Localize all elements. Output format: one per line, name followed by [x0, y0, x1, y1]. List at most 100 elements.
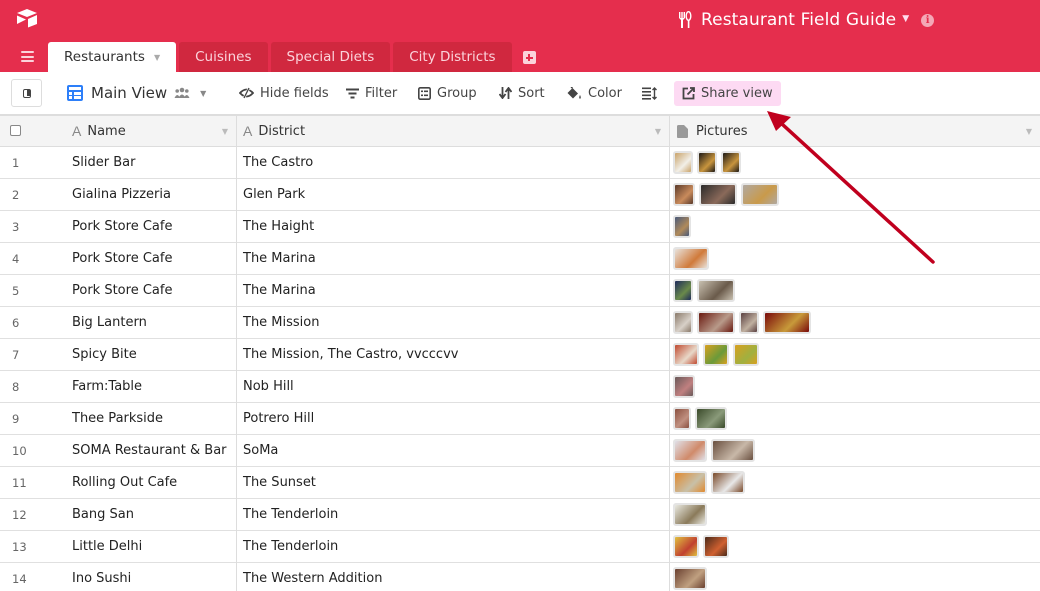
airtable-logo-icon[interactable] [15, 8, 39, 28]
picture-thumbnail[interactable] [673, 311, 693, 334]
tab-special-diets[interactable]: Special Diets [270, 42, 391, 72]
filter-button[interactable]: Filter [346, 83, 397, 103]
table-row[interactable]: 11 Rolling Out Cafe The Sunset [0, 467, 1040, 499]
cell-name[interactable]: Farm:Table [72, 379, 142, 394]
picture-thumbnail[interactable] [721, 151, 741, 174]
picture-thumbnail[interactable] [673, 439, 707, 462]
sort-button[interactable]: Sort [499, 83, 545, 103]
picture-thumbnail[interactable] [673, 215, 691, 238]
column-divider[interactable] [669, 116, 670, 591]
menu-icon[interactable] [21, 51, 34, 62]
cell-name[interactable]: Gialina Pizzeria [72, 187, 171, 202]
picture-thumbnail[interactable] [673, 151, 693, 174]
cell-district[interactable]: Nob Hill [243, 379, 294, 394]
cell-district[interactable]: The Tenderloin [243, 539, 338, 554]
cell-pictures[interactable] [673, 343, 763, 366]
cell-district[interactable]: The Mission [243, 315, 320, 330]
table-row[interactable]: 10 SOMA Restaurant & Bar SoMa [0, 435, 1040, 467]
picture-thumbnail[interactable] [733, 343, 759, 366]
cell-pictures[interactable] [673, 503, 711, 526]
cell-name[interactable]: Pork Store Cafe [72, 219, 172, 234]
cell-pictures[interactable] [673, 247, 713, 270]
picture-thumbnail[interactable] [697, 151, 717, 174]
picture-thumbnail[interactable] [673, 535, 699, 558]
picture-thumbnail[interactable] [739, 311, 759, 334]
cell-pictures[interactable] [673, 471, 749, 494]
color-button[interactable]: Color [566, 83, 622, 103]
cell-pictures[interactable] [673, 279, 739, 302]
picture-thumbnail[interactable] [673, 471, 707, 494]
picture-thumbnail[interactable] [673, 247, 709, 270]
cell-pictures[interactable] [673, 183, 783, 206]
picture-thumbnail[interactable] [699, 183, 737, 206]
cell-name[interactable]: Little Delhi [72, 539, 142, 554]
picture-thumbnail[interactable] [697, 311, 735, 334]
row-height-button[interactable] [642, 83, 663, 103]
view-switcher[interactable]: Main View ▼ [67, 83, 206, 103]
cell-pictures[interactable] [673, 567, 711, 590]
cell-district[interactable]: SoMa [243, 443, 278, 458]
table-row[interactable]: 2 Gialina Pizzeria Glen Park [0, 179, 1040, 211]
cell-pictures[interactable] [673, 375, 699, 398]
cell-name[interactable]: Slider Bar [72, 155, 135, 170]
table-row[interactable]: 12 Bang San The Tenderloin [0, 499, 1040, 531]
table-row[interactable]: 7 Spicy Bite The Mission, The Castro, vvcc… [0, 339, 1040, 371]
cell-district[interactable]: The Haight [243, 219, 314, 234]
cell-district[interactable]: The Marina [243, 283, 316, 298]
table-row[interactable]: 9 Thee Parkside Potrero Hill [0, 403, 1040, 435]
cell-pictures[interactable] [673, 151, 745, 174]
cell-name[interactable]: Thee Parkside [72, 411, 163, 426]
table-row[interactable]: 3 Pork Store Cafe The Haight [0, 211, 1040, 243]
picture-thumbnail[interactable] [703, 535, 729, 558]
picture-thumbnail[interactable] [673, 375, 695, 398]
tab-city-districts[interactable]: City Districts [393, 42, 512, 72]
cell-pictures[interactable] [673, 407, 731, 430]
cell-name[interactable]: Bang San [72, 507, 134, 522]
chevron-down-icon[interactable]: ▼ [1026, 127, 1032, 136]
tab-restaurants[interactable]: Restaurants ▼ [48, 42, 177, 72]
cell-name[interactable]: Pork Store Cafe [72, 283, 172, 298]
cell-district[interactable]: The Marina [243, 251, 316, 266]
cell-name[interactable]: Ino Sushi [72, 571, 131, 586]
cell-name[interactable]: Spicy Bite [72, 347, 137, 362]
table-row[interactable]: 14 Ino Sushi The Western Addition [0, 563, 1040, 591]
cell-name[interactable]: SOMA Restaurant & Bar [72, 443, 227, 458]
table-row[interactable]: 8 Farm:Table Nob Hill [0, 371, 1040, 403]
info-icon[interactable]: i [921, 13, 935, 27]
picture-thumbnail[interactable] [673, 503, 707, 526]
picture-thumbnail[interactable] [673, 183, 695, 206]
chevron-down-icon[interactable]: ▼ [902, 14, 909, 24]
select-all-checkbox[interactable] [10, 125, 21, 136]
cell-district[interactable]: Potrero Hill [243, 411, 314, 426]
tab-cuisines[interactable]: Cuisines [179, 42, 268, 72]
share-view-button[interactable]: Share view [674, 81, 781, 106]
cell-district[interactable]: The Castro [243, 155, 313, 170]
picture-thumbnail[interactable] [711, 439, 755, 462]
chevron-down-icon[interactable]: ▼ [222, 127, 228, 136]
hide-fields-button[interactable]: Hide fields [239, 83, 329, 103]
picture-thumbnail[interactable] [697, 279, 735, 302]
picture-thumbnail[interactable] [695, 407, 727, 430]
cell-district[interactable]: Glen Park [243, 187, 305, 202]
picture-thumbnail[interactable] [673, 567, 707, 590]
column-header-district[interactable]: A District ▼ [243, 116, 669, 146]
column-divider[interactable] [236, 116, 237, 591]
picture-thumbnail[interactable] [673, 279, 693, 302]
table-row[interactable]: 5 Pork Store Cafe The Marina [0, 275, 1040, 307]
cell-pictures[interactable] [673, 311, 815, 334]
column-header-name[interactable]: A Name ▼ [72, 116, 236, 146]
cell-district[interactable]: The Tenderloin [243, 507, 338, 522]
sidebar-toggle-button[interactable] [11, 79, 42, 107]
chevron-down-icon[interactable]: ▼ [655, 127, 661, 136]
cell-district[interactable]: The Sunset [243, 475, 316, 490]
chevron-down-icon[interactable]: ▼ [154, 53, 160, 62]
cell-name[interactable]: Pork Store Cafe [72, 251, 172, 266]
column-header-pictures[interactable]: Pictures ▼ [677, 116, 1040, 146]
table-row[interactable]: 1 Slider Bar The Castro [0, 147, 1040, 179]
table-row[interactable]: 4 Pork Store Cafe The Marina [0, 243, 1040, 275]
picture-thumbnail[interactable] [703, 343, 729, 366]
cell-pictures[interactable] [673, 215, 695, 238]
picture-thumbnail[interactable] [673, 407, 691, 430]
table-row[interactable]: 6 Big Lantern The Mission [0, 307, 1040, 339]
cell-pictures[interactable] [673, 439, 759, 462]
